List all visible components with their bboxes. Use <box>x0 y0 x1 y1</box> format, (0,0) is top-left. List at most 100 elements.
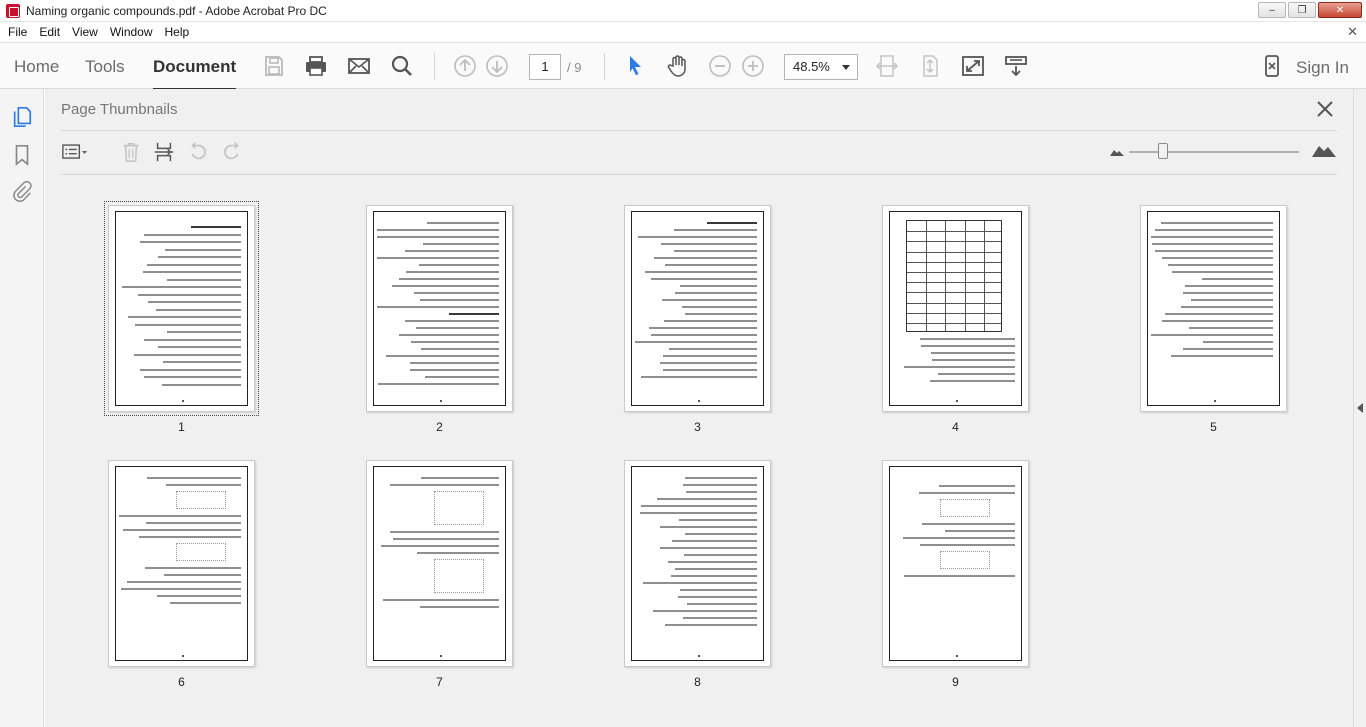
fit-page-icon[interactable] <box>918 54 942 78</box>
chemical-structure-figure <box>434 491 484 525</box>
text-line <box>665 264 757 266</box>
page-thumbnail-2[interactable] <box>366 205 513 412</box>
text-line <box>683 484 757 486</box>
close-panel-icon[interactable] <box>1315 99 1335 119</box>
fit-width-icon[interactable] <box>875 54 899 78</box>
text-line <box>1161 222 1273 224</box>
select-cursor-icon[interactable] <box>623 54 647 78</box>
text-line <box>707 222 757 224</box>
menu-window[interactable]: Window <box>104 25 159 39</box>
page-footer-number <box>1213 400 1216 402</box>
text-line <box>393 538 499 540</box>
text-line <box>166 484 241 486</box>
text-line <box>158 346 241 348</box>
tab-home[interactable]: Home <box>14 57 59 77</box>
text-line <box>931 352 1015 354</box>
text-line <box>162 383 241 386</box>
menu-file[interactable]: File <box>0 25 33 39</box>
full-screen-icon[interactable] <box>961 54 985 78</box>
restore-button[interactable]: ❐ <box>1288 2 1316 18</box>
hand-tool-icon[interactable] <box>666 54 690 78</box>
zoom-in-icon[interactable] <box>741 54 765 78</box>
page-thumbnail-7[interactable] <box>366 460 513 667</box>
page-thumbnail-3[interactable] <box>624 205 771 412</box>
next-page-icon[interactable] <box>485 54 509 78</box>
text-line <box>1185 285 1273 287</box>
close-window-button[interactable]: ✕ <box>1318 2 1362 18</box>
page-thumbnail-9[interactable] <box>882 460 1029 667</box>
text-line <box>420 606 499 608</box>
text-line <box>641 376 757 378</box>
page-thumbnails-icon[interactable] <box>10 105 34 129</box>
smaller-thumbnails-icon[interactable] <box>1109 147 1125 157</box>
text-line <box>920 338 1015 340</box>
text-line <box>663 355 757 357</box>
delete-page-icon[interactable] <box>118 139 144 165</box>
page-preview <box>115 211 248 406</box>
sign-in-link[interactable]: Sign In <box>1296 58 1349 78</box>
text-line <box>164 574 241 576</box>
text-line <box>138 293 241 296</box>
page-thumbnail-6[interactable] <box>108 460 255 667</box>
toolbar-divider <box>604 53 605 80</box>
navigation-pane <box>0 89 44 727</box>
page-footer-number <box>181 655 184 657</box>
right-pane-toggle[interactable] <box>1353 89 1366 727</box>
options-menu-icon[interactable] <box>62 139 88 165</box>
panel-divider <box>61 130 1337 131</box>
menu-view[interactable]: View <box>66 25 104 39</box>
scroll-mode-icon[interactable] <box>1004 54 1028 78</box>
tab-tools[interactable]: Tools <box>85 57 125 77</box>
page-thumbnail-8[interactable] <box>624 460 771 667</box>
print-icon[interactable] <box>304 54 328 78</box>
previous-page-icon[interactable] <box>453 54 477 78</box>
tab-document[interactable]: Document <box>153 57 237 91</box>
close-document-icon[interactable]: ✕ <box>1347 24 1358 40</box>
zoom-level-select[interactable]: 48.5% <box>784 54 858 80</box>
text-line <box>381 545 499 547</box>
text-line <box>392 285 499 287</box>
rotate-left-icon[interactable] <box>185 139 211 165</box>
page-number-input[interactable]: 1 <box>529 54 561 80</box>
text-line <box>660 547 757 549</box>
rotate-right-icon[interactable] <box>219 139 245 165</box>
text-line <box>671 575 757 577</box>
text-line <box>668 561 757 563</box>
text-line <box>653 610 757 612</box>
text-line <box>146 522 241 524</box>
page-footer-number <box>439 400 442 402</box>
zoom-out-icon[interactable] <box>708 54 732 78</box>
text-line <box>651 278 757 280</box>
text-line <box>423 243 499 245</box>
email-icon[interactable] <box>347 54 371 78</box>
text-line <box>1189 327 1273 329</box>
menu-edit[interactable]: Edit <box>33 25 66 39</box>
search-icon[interactable] <box>390 54 414 78</box>
page-thumbnail-5[interactable] <box>1140 205 1287 412</box>
acrobat-app-icon[interactable] <box>6 3 20 18</box>
text-line <box>679 519 757 521</box>
text-line <box>660 362 757 364</box>
minimize-button[interactable]: – <box>1258 2 1286 18</box>
thumbnail-size-slider-handle[interactable] <box>1158 143 1168 159</box>
save-icon[interactable] <box>262 54 286 78</box>
text-line <box>643 582 757 584</box>
menu-help[interactable]: Help <box>159 25 196 39</box>
text-line <box>128 316 241 318</box>
page-preview <box>631 466 764 661</box>
insert-pages-icon[interactable] <box>151 139 177 165</box>
page-thumbnail-1[interactable] <box>104 201 259 416</box>
text-line <box>411 341 499 343</box>
mobile-link-icon[interactable] <box>1260 54 1284 78</box>
text-line <box>390 484 499 486</box>
text-line <box>165 248 241 251</box>
text-line <box>684 554 757 556</box>
page-thumbnail-4[interactable] <box>882 205 1029 412</box>
thumbnail-size-slider[interactable] <box>1129 151 1299 153</box>
larger-thumbnails-icon[interactable] <box>1311 141 1337 158</box>
attachments-icon[interactable] <box>10 179 34 203</box>
text-line <box>1162 257 1273 259</box>
text-line <box>1172 271 1273 273</box>
text-line <box>662 299 757 301</box>
bookmarks-icon[interactable] <box>10 143 34 167</box>
